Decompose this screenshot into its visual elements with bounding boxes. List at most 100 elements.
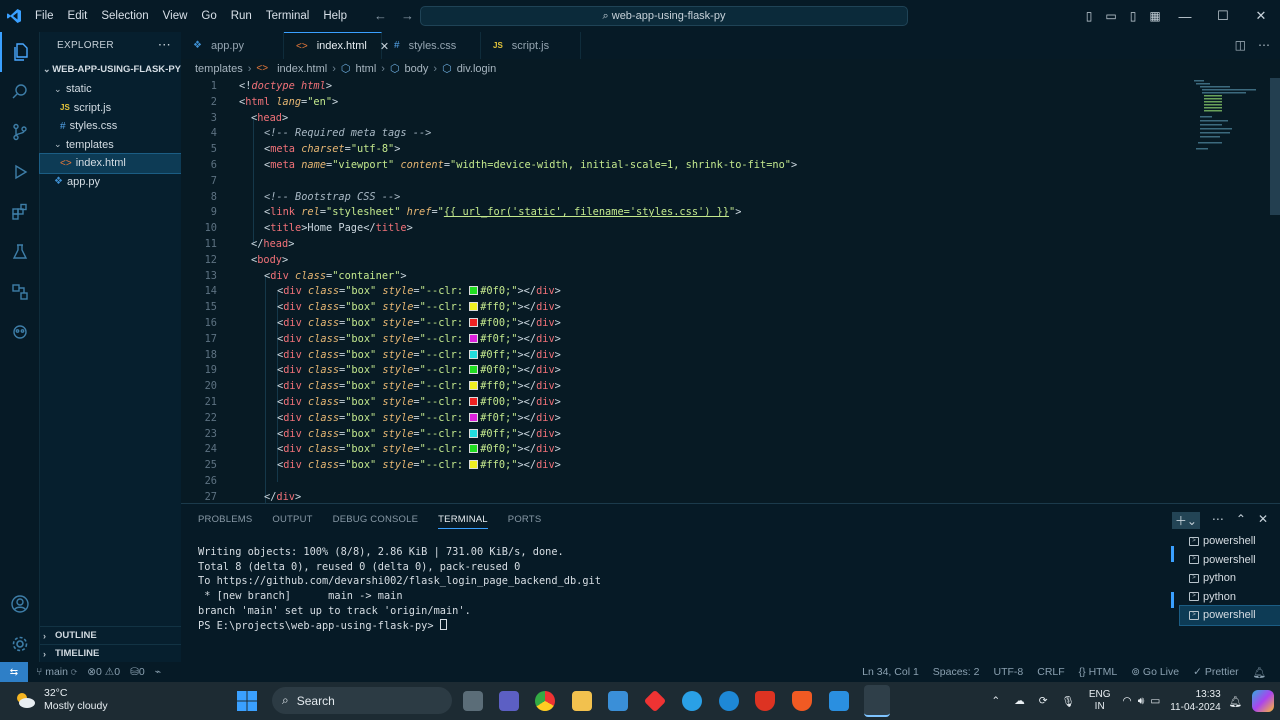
- customize-layout-icon[interactable]: ▦: [1144, 9, 1166, 23]
- tree-file-index-html[interactable]: <> index.html: [39, 153, 182, 174]
- tab-script-js[interactable]: JS script.js: [481, 32, 581, 59]
- ports-indicator[interactable]: ⛁0: [130, 666, 145, 678]
- terminal-instance[interactable]: > powershell: [1180, 532, 1280, 551]
- tree-file-app-py[interactable]: ❖ app.py: [40, 173, 181, 192]
- terminal-instance[interactable]: > powershell: [1180, 551, 1280, 570]
- clock[interactable]: 13:33 11-04-2024: [1170, 688, 1220, 714]
- outline-section[interactable]: › OUTLINE: [40, 626, 181, 644]
- remote-indicator-icon[interactable]: ⇆: [0, 662, 28, 682]
- tab-app-py[interactable]: ❖ app.py: [181, 32, 284, 59]
- more-actions-icon[interactable]: ⋯: [158, 37, 171, 53]
- split-editor-icon[interactable]: ◫: [1235, 38, 1246, 52]
- maximize-window-icon[interactable]: ☐: [1204, 8, 1242, 24]
- tab-styles-css[interactable]: # styles.css: [382, 32, 481, 59]
- accounts-icon[interactable]: [0, 584, 40, 624]
- code-editor[interactable]: 1 <!doctype html> 2 <html lang="en"> 3 <…: [181, 78, 1280, 503]
- terminal-instance[interactable]: > python: [1180, 588, 1280, 607]
- color-swatch[interactable]: [469, 302, 479, 312]
- anydesk-icon[interactable]: [643, 689, 667, 713]
- show-hidden-icons-chevron-icon[interactable]: ⌃: [991, 695, 1000, 707]
- chrome-icon[interactable]: [535, 691, 555, 711]
- minimap[interactable]: [1190, 78, 1270, 158]
- color-swatch[interactable]: [469, 333, 479, 343]
- timeline-section[interactable]: › TIMELINE: [40, 644, 181, 662]
- sync-app-icon[interactable]: ⟳: [1039, 695, 1048, 707]
- taskbar-search[interactable]: ⌕ Search: [272, 687, 452, 714]
- breadcrumb-item[interactable]: index.html: [277, 63, 327, 75]
- encoding[interactable]: UTF-8: [993, 666, 1023, 679]
- snipping-tool-icon[interactable]: [864, 685, 890, 717]
- color-swatch[interactable]: [469, 365, 479, 375]
- maximize-panel-icon[interactable]: ⌃: [1236, 512, 1246, 529]
- language-mode[interactable]: {} HTML: [1079, 666, 1118, 679]
- menu-selection[interactable]: Selection: [94, 0, 155, 32]
- edge-dev-icon[interactable]: [682, 691, 702, 711]
- prettier-button[interactable]: ✓ Prettier: [1193, 666, 1239, 679]
- breadcrumb-item[interactable]: div.login: [457, 63, 497, 75]
- manage-gear-icon[interactable]: [0, 624, 40, 664]
- explorer-icon[interactable]: [0, 32, 40, 72]
- color-swatch[interactable]: [469, 444, 479, 454]
- command-center-search[interactable]: ⌕ web-app-using-flask-py: [420, 6, 908, 26]
- tree-folder-templates[interactable]: ⌄ templates: [40, 136, 181, 155]
- tree-file-styles-css[interactable]: # styles.css: [40, 117, 181, 136]
- vscode-taskbar-icon[interactable]: [829, 691, 849, 711]
- color-swatch[interactable]: [469, 286, 479, 296]
- forward-arrow-icon[interactable]: →: [401, 8, 414, 23]
- terminal-instance[interactable]: > python: [1180, 569, 1280, 588]
- workspace-root[interactable]: ⌄ WEB-APP-USING-FLASK-PY: [40, 58, 181, 80]
- language-indicator[interactable]: ENG IN: [1089, 689, 1111, 713]
- notifications-bell-icon[interactable]: 🔔︎: [1253, 666, 1266, 679]
- menu-terminal[interactable]: Terminal: [259, 0, 316, 32]
- menu-view[interactable]: View: [156, 0, 195, 32]
- brave-icon[interactable]: [792, 691, 812, 711]
- microsoft-store-icon[interactable]: [608, 691, 628, 711]
- color-swatch[interactable]: [469, 397, 479, 406]
- tab-index-html[interactable]: <> index.html ✕: [284, 32, 389, 59]
- windows-start-icon[interactable]: [237, 691, 257, 711]
- weather-widget[interactable]: 32°C Mostly cloudy: [14, 687, 108, 713]
- notification-bell-icon[interactable]: 🔔︎: [1229, 695, 1242, 708]
- search-icon[interactable]: [0, 72, 40, 112]
- panel-tab-terminal[interactable]: TERMINAL: [438, 514, 488, 529]
- problems-indicator[interactable]: ⊗0 ⚠0: [87, 666, 120, 678]
- close-window-icon[interactable]: ✕: [1242, 8, 1280, 24]
- volume-icon[interactable]: 🔊︎: [1138, 695, 1145, 708]
- color-swatch[interactable]: [469, 412, 479, 422]
- testing-flask-icon[interactable]: [0, 232, 40, 272]
- mcafee-icon[interactable]: [755, 691, 775, 711]
- run-debug-icon[interactable]: [0, 152, 40, 192]
- menu-edit[interactable]: Edit: [61, 0, 95, 32]
- end-of-line[interactable]: CRLF: [1037, 666, 1064, 679]
- remote-explorer-icon[interactable]: [0, 272, 40, 312]
- tree-folder-static[interactable]: ⌄ static: [40, 80, 181, 99]
- file-explorer-icon[interactable]: [572, 691, 592, 711]
- source-control-icon[interactable]: [0, 112, 40, 152]
- back-arrow-icon[interactable]: ←: [374, 8, 387, 23]
- menu-go[interactable]: Go: [194, 0, 223, 32]
- edge-icon[interactable]: [719, 691, 739, 711]
- more-actions-icon[interactable]: ⋯: [1212, 512, 1224, 529]
- github-copilot-icon[interactable]: [0, 312, 40, 352]
- task-view-icon[interactable]: [463, 691, 483, 711]
- microphone-icon[interactable]: 🎙︎: [1062, 695, 1075, 708]
- indentation[interactable]: Spaces: 2: [933, 666, 980, 679]
- more-actions-icon[interactable]: ⋯: [1258, 38, 1270, 52]
- toggle-primary-sidebar-icon[interactable]: ▯: [1078, 9, 1100, 23]
- panel-tab-output[interactable]: OUTPUT: [272, 514, 312, 529]
- branch-indicator[interactable]: ⑂ main ⟳: [36, 666, 77, 678]
- color-swatch[interactable]: [469, 318, 479, 327]
- toggle-panel-icon[interactable]: ▭: [1100, 9, 1122, 23]
- breadcrumb-item[interactable]: templates: [195, 63, 243, 75]
- minimize-window-icon[interactable]: —: [1166, 9, 1204, 24]
- panel-tab-debug-console[interactable]: DEBUG CONSOLE: [333, 514, 418, 529]
- extensions-icon[interactable]: [0, 192, 40, 232]
- teams-icon[interactable]: [499, 691, 519, 711]
- battery-icon[interactable]: ▭: [1150, 695, 1160, 707]
- new-terminal-icon[interactable]: ＋⌄: [1171, 512, 1200, 529]
- terminal-output[interactable]: Writing objects: 100% (8/8), 2.86 KiB | …: [198, 545, 601, 633]
- breadcrumb-item[interactable]: body: [405, 63, 429, 75]
- menu-file[interactable]: File: [28, 0, 61, 32]
- menu-run[interactable]: Run: [224, 0, 259, 32]
- onedrive-cloud-icon[interactable]: ☁: [1014, 695, 1025, 707]
